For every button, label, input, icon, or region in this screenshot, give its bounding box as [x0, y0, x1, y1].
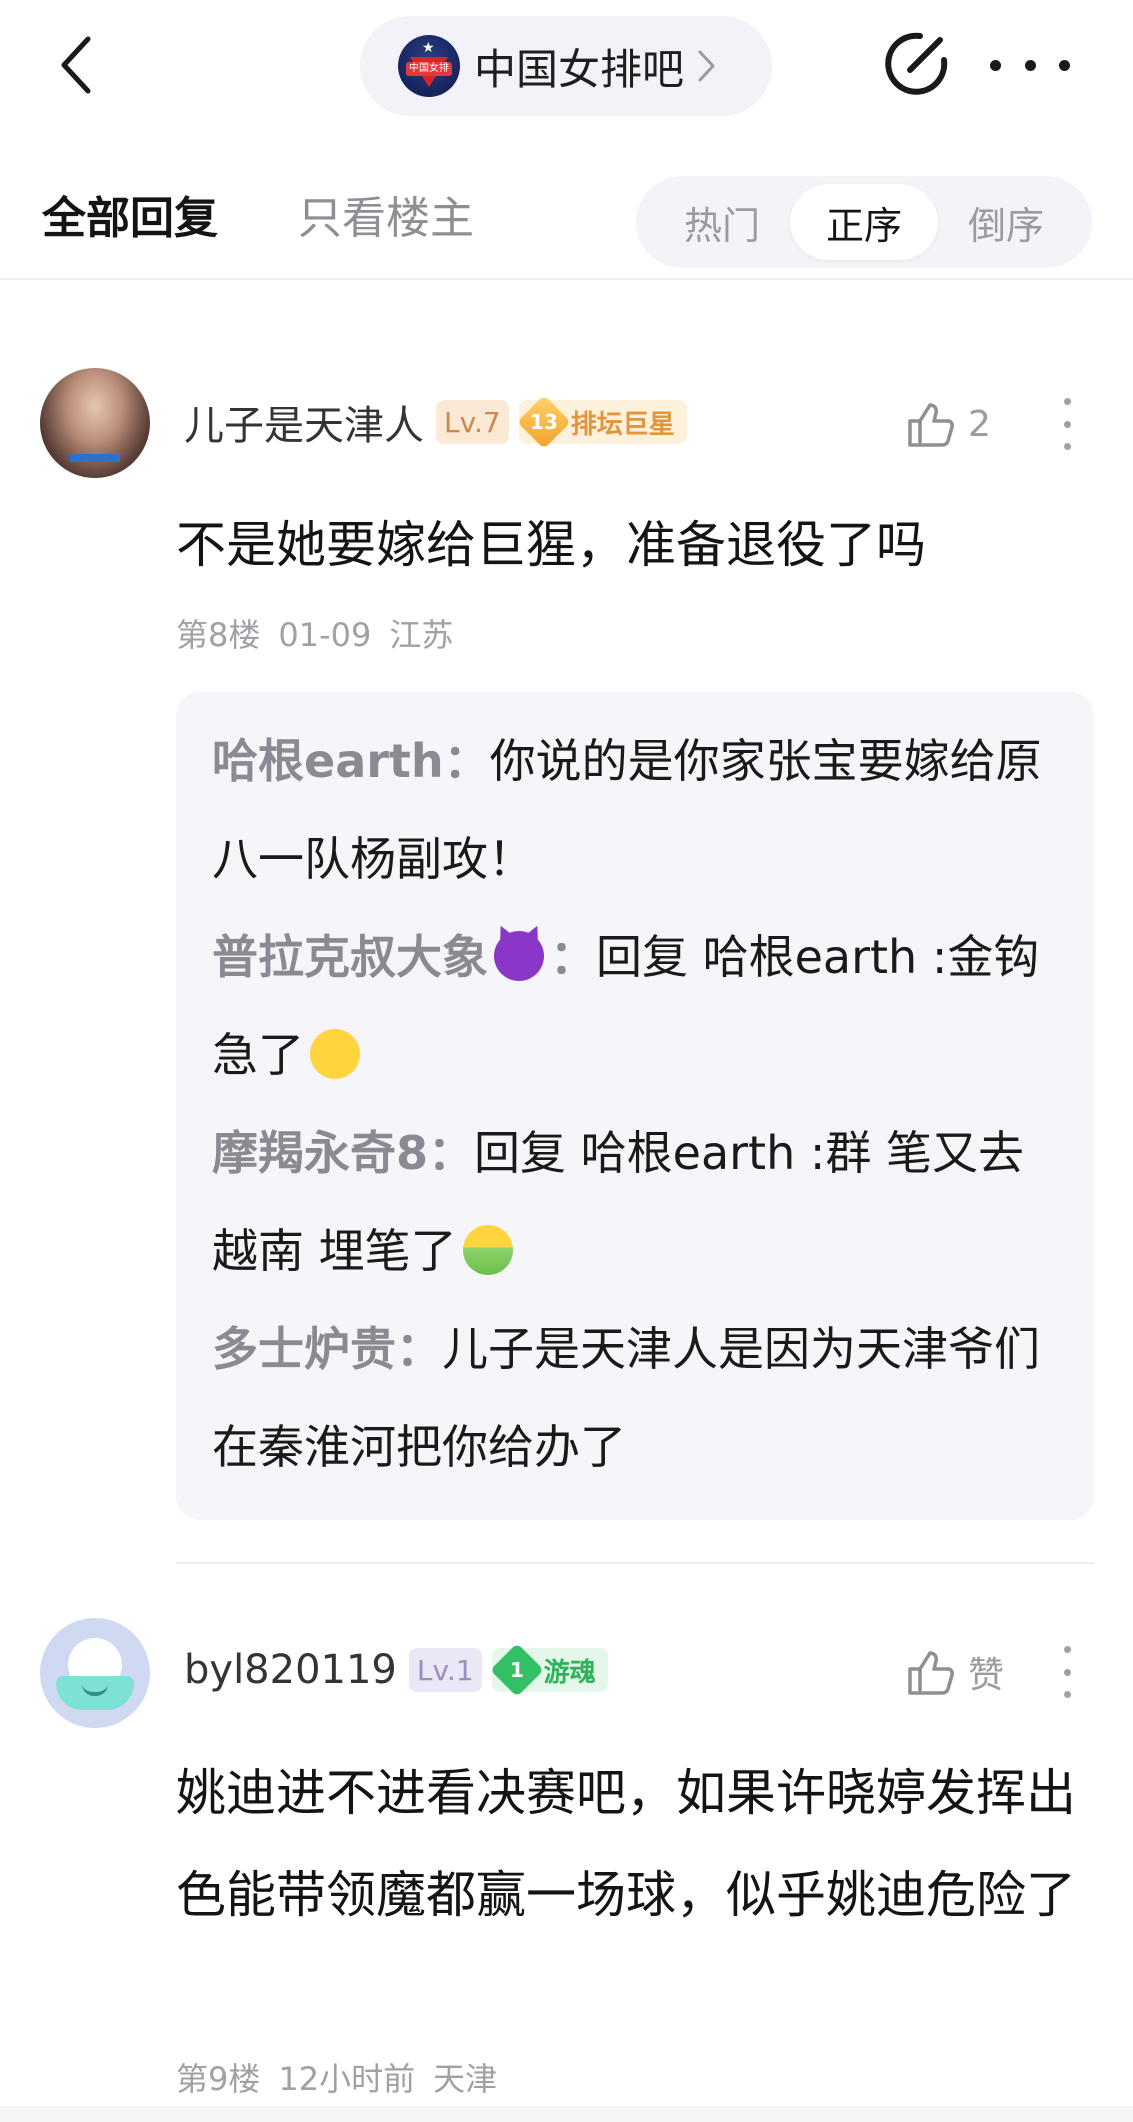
username[interactable]: byl820119 — [184, 1647, 397, 1693]
sick-emoji-icon — [462, 1225, 513, 1275]
more-dot-icon — [1063, 420, 1071, 428]
username[interactable]: 儿子是天津人 — [184, 393, 424, 451]
floor-number: 第9楼 — [176, 2060, 261, 2098]
edit-post-button[interactable] — [880, 28, 952, 100]
tab-op-only[interactable]: 只看楼主 — [298, 182, 474, 246]
edit-icon — [885, 32, 948, 95]
diamond-icon: 1 — [489, 1643, 544, 1697]
post-date: 12小时前 — [278, 2060, 416, 2098]
sort-toggle: 热门 正序 倒序 — [636, 176, 1092, 268]
floor-number: 第8楼 — [176, 616, 261, 654]
sub-replies[interactable]: 哈根earth：你说的是你家张宝要嫁给原八一队杨副攻！ 普拉克叔大象 ：回复 哈根… — [176, 692, 1094, 1520]
avatar[interactable] — [40, 1618, 150, 1728]
user-info: 儿子是天津人 Lv.7 13 排坛巨星 — [184, 392, 687, 452]
forum-entry[interactable]: ★ 中国女排 中国女排吧 — [360, 16, 772, 116]
reply-author[interactable]: 哈根earth： — [212, 734, 490, 788]
sort-descending[interactable]: 倒序 — [932, 184, 1080, 260]
sub-reply[interactable]: 哈根earth：你说的是你家张宝要嫁给原八一队杨副攻！ — [212, 712, 1058, 908]
more-dot-icon — [1063, 1691, 1071, 1698]
level-badge: Lv.7 — [436, 400, 509, 444]
post-date: 01-09 — [278, 616, 372, 654]
like-label: 赞 — [968, 1655, 1005, 1696]
more-dot-icon — [1063, 443, 1071, 450]
tab-all-replies[interactable]: 全部回复 — [42, 182, 218, 246]
post-meta: 第9楼 12小时前 天津 — [176, 2054, 515, 2100]
more-dot-icon — [1024, 59, 1036, 71]
forum-name: 中国女排吧 — [474, 44, 685, 94]
post-divider — [176, 1562, 1094, 1564]
sort-hot[interactable]: 热门 — [648, 184, 796, 260]
diamond-icon: 13 — [516, 395, 571, 449]
reply-filter-bar: 全部回复 只看楼主 热门 正序 倒序 — [0, 168, 1133, 280]
reply-author[interactable]: 普拉克叔大象 — [212, 930, 488, 984]
reply-author[interactable]: 摩羯永奇8： — [212, 1126, 474, 1180]
reply-author[interactable]: 多士炉贵： — [212, 1322, 442, 1376]
level-badge: Lv.1 — [408, 1648, 482, 1692]
post-location: 江苏 — [389, 616, 454, 654]
back-button[interactable] — [50, 30, 100, 100]
chevron-right-icon — [696, 46, 726, 86]
post-meta: 第8楼 01-09 江苏 — [176, 610, 471, 656]
more-dot-icon — [1063, 398, 1071, 405]
post-content: 不是她要嫁给巨猩，准备退役了吗 — [176, 516, 926, 574]
like-count: 2 — [968, 403, 991, 445]
like-button[interactable]: 赞 — [906, 1642, 1004, 1702]
top-nav-bar: ★ 中国女排 中国女排吧 — [0, 0, 1133, 130]
chevron-left-icon — [61, 36, 91, 94]
sneeze-emoji-icon — [310, 1029, 360, 1079]
devil-emoji-icon — [494, 931, 544, 981]
forum-logo: ★ 中国女排 — [398, 35, 460, 97]
more-options-button[interactable] — [990, 40, 1070, 90]
post-more-button[interactable] — [1060, 1646, 1074, 1698]
more-dot-icon — [1059, 59, 1070, 71]
more-dot-icon — [990, 59, 1001, 71]
title-badge: 13 排坛巨星 — [516, 395, 687, 449]
sub-reply[interactable]: 摩羯永奇8：回复 哈根earth :群 笔又去越南 埋笔了 — [212, 1104, 1058, 1300]
sub-reply[interactable]: 普拉克叔大象 ：回复 哈根earth :金钩急了 — [212, 908, 1058, 1104]
bottom-edge — [0, 2106, 1133, 2122]
more-dot-icon — [1063, 1646, 1071, 1653]
like-button[interactable]: 2 — [906, 394, 991, 454]
sort-ascending[interactable]: 正序 — [790, 184, 938, 260]
user-info: byl820119 Lv.1 1 游魂 — [184, 1640, 608, 1700]
post-location: 天津 — [433, 2060, 498, 2098]
thumbs-up-icon — [908, 1651, 954, 1695]
title-badge: 1 游魂 — [489, 1643, 608, 1697]
post-content: 姚迪进不进看决赛吧，如果许晓婷发挥出色能带领魔都赢一场球，似乎姚迪危险了 — [176, 1764, 1076, 1924]
post-more-button[interactable] — [1060, 398, 1074, 450]
thumbs-up-icon — [908, 403, 954, 447]
more-dot-icon — [1063, 1668, 1071, 1676]
sub-reply[interactable]: 多士炉贵：儿子是天津人是因为天津爷们在秦淮河把你给办了 — [212, 1300, 1058, 1496]
avatar[interactable] — [40, 368, 150, 478]
